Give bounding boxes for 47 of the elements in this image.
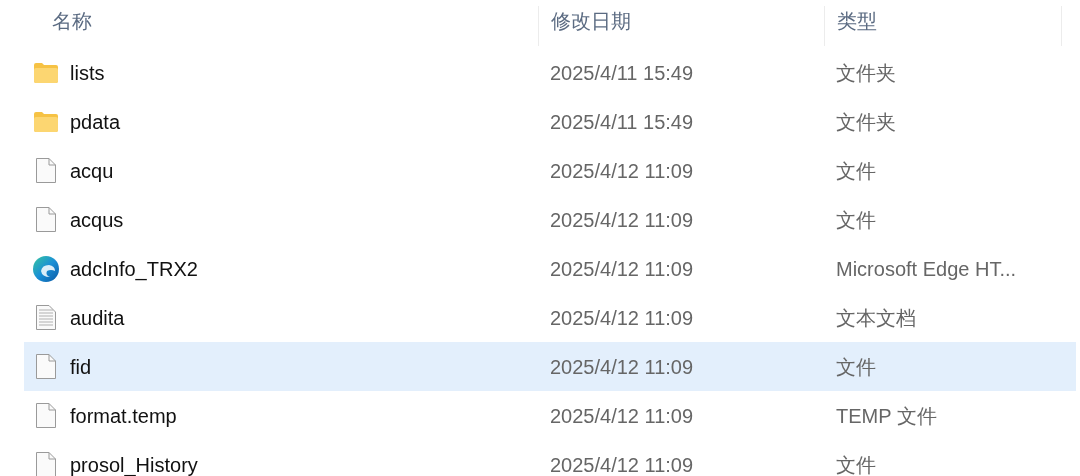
file-name: pdata: [70, 109, 121, 135]
file-type: 文件夹: [836, 110, 896, 133]
modified-date: 2025/4/12 11:09: [550, 306, 694, 329]
browser-icon: [32, 254, 60, 283]
modified-date: 2025/4/12 11:09: [550, 257, 694, 280]
file-icon: [35, 353, 57, 380]
modified-date: 2025/4/12 11:09: [550, 355, 694, 378]
file-row[interactable]: fid 2025/4/12 11:09 文件: [24, 342, 1076, 391]
modified-date: 2025/4/12 11:09: [550, 159, 694, 182]
folder-icon: [33, 110, 59, 133]
file-name: prosol_History: [70, 452, 198, 476]
file-row[interactable]: adcInfo_TRX2 2025/4/12 11:09 Microsoft Edge HT...: [24, 244, 1076, 293]
modified-date: 2025/4/12 11:09: [550, 404, 694, 427]
file-type: TEMP 文件: [836, 404, 937, 427]
file-row[interactable]: acqu 2025/4/12 11:09 文件: [24, 146, 1076, 195]
file-icon: [35, 402, 57, 429]
file-name: adcInfo_TRX2: [70, 256, 198, 283]
file-name: acqu: [70, 158, 114, 184]
file-type: 文本文档: [836, 306, 916, 329]
file-row[interactable]: pdata 2025/4/11 15:49 文件夹: [24, 97, 1076, 146]
file-type: 文件: [836, 453, 876, 476]
file-icon: [35, 157, 57, 184]
column-header[interactable]: 名称: [52, 10, 92, 32]
modified-date: 2025/4/12 11:09: [550, 453, 694, 476]
column-header[interactable]: 类型: [837, 10, 877, 32]
modified-date: 2025/4/11 15:49: [550, 110, 694, 133]
file-type: 文件: [836, 159, 876, 182]
file-row[interactable]: format.temp 2025/4/12 11:09 TEMP 文件: [24, 391, 1076, 440]
file-name: format.temp: [70, 403, 177, 429]
file-icon: [35, 206, 57, 233]
file-name: fid: [70, 354, 92, 380]
file-type: 文件: [836, 208, 876, 231]
file-name: acqus: [70, 207, 124, 233]
file-row[interactable]: lists 2025/4/11 15:49 文件夹: [24, 48, 1076, 97]
file-row[interactable]: audita 2025/4/12 11:09 文本文档: [24, 293, 1076, 342]
file-name: audita: [70, 305, 125, 331]
modified-date: 2025/4/11 15:49: [550, 61, 694, 84]
file-type: 文件: [836, 355, 876, 378]
text-file-icon: [35, 304, 57, 331]
file-type: 文件夹: [836, 61, 896, 84]
file-type: Microsoft Edge HT...: [836, 257, 1017, 280]
modified-date: 2025/4/12 11:09: [550, 208, 694, 231]
file-name: lists: [70, 60, 105, 86]
column-header[interactable]: 修改日期: [551, 10, 631, 32]
folder-icon: [33, 61, 59, 84]
file-row[interactable]: prosol_History 2025/4/12 11:09 文件: [24, 440, 1076, 476]
file-row[interactable]: acqus 2025/4/12 11:09 文件: [24, 195, 1076, 244]
